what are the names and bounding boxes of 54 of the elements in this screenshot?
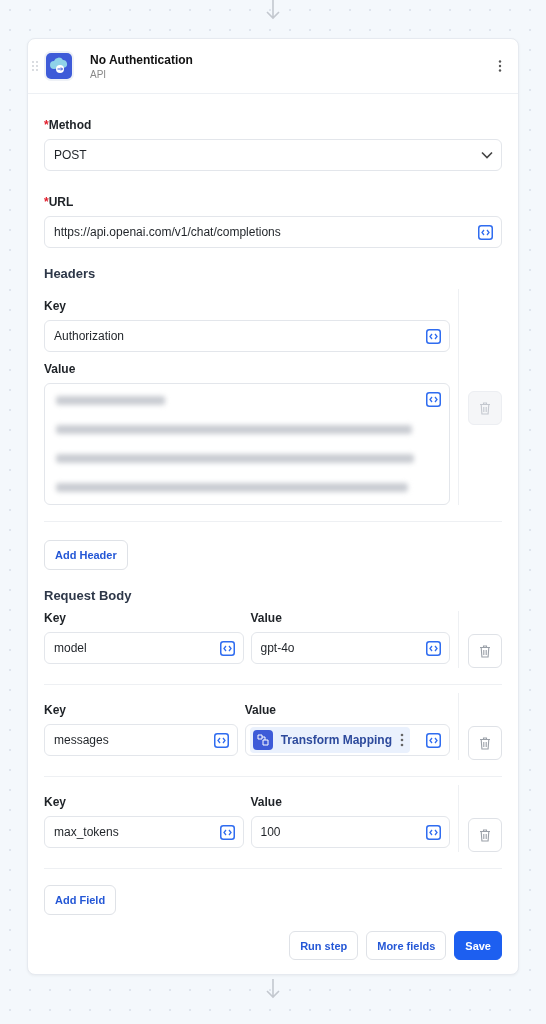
method-select[interactable]: POST: [44, 139, 502, 171]
mapping-chip[interactable]: Transform Mapping: [249, 727, 410, 753]
required-mark: *: [44, 195, 49, 209]
secondary-button[interactable]: Run step: [289, 931, 359, 960]
value-field[interactable]: Transform Mapping: [244, 724, 450, 756]
key-field[interactable]: messages: [44, 724, 238, 756]
code-icon[interactable]: [213, 732, 229, 748]
trash-icon: [479, 736, 491, 750]
add-field-button[interactable]: Add Field: [44, 885, 117, 915]
more-icon[interactable]: [498, 60, 502, 72]
field-label: Key: [44, 795, 67, 809]
trash-icon: [479, 828, 491, 842]
field-label: Value: [44, 362, 77, 376]
trash-icon: [479, 401, 491, 415]
field-label: Key: [44, 703, 67, 717]
value-field[interactable]: gpt-4o: [250, 632, 450, 664]
field-label: Value: [244, 703, 277, 717]
drag-handle-icon[interactable]: [32, 61, 38, 71]
arrow-down-icon: [266, 979, 280, 999]
required-mark: *: [44, 118, 49, 132]
key-field[interactable]: model: [44, 632, 244, 664]
field-label: Key: [44, 611, 67, 625]
code-icon[interactable]: [426, 732, 441, 748]
add-header-button[interactable]: Add Header: [44, 540, 128, 570]
url-field[interactable]: https://api.openai.com/v1/chat/completions: [44, 216, 502, 248]
field-label: URL: [48, 195, 74, 209]
section-title: Headers: [44, 266, 97, 281]
primary-button[interactable]: Save: [454, 931, 502, 960]
mapping-icon: [252, 730, 273, 750]
value-field[interactable]: 100: [250, 816, 450, 848]
chevron-down-icon: [481, 151, 493, 159]
code-icon[interactable]: [426, 328, 441, 344]
step-subtitle: API: [90, 68, 108, 80]
code-icon[interactable]: [426, 824, 441, 840]
field-label: Key: [44, 299, 67, 313]
code-icon[interactable]: [426, 640, 441, 656]
arrow-down-icon: [266, 0, 280, 20]
trash-icon: [479, 644, 491, 658]
code-icon[interactable]: [219, 640, 235, 656]
step-title: No Authentication: [90, 52, 194, 67]
field-label: Method: [48, 118, 92, 132]
code-icon[interactable]: [478, 224, 493, 240]
value-field[interactable]: [44, 383, 450, 505]
app-logo-icon: [46, 53, 72, 79]
mapping-label: Transform Mapping: [280, 733, 392, 747]
section-title: Request Body: [44, 588, 133, 603]
field-label: Value: [250, 611, 283, 625]
code-icon[interactable]: [426, 392, 441, 407]
key-field[interactable]: max_tokens: [44, 816, 244, 848]
more-icon[interactable]: [400, 733, 404, 747]
secondary-button[interactable]: More fields: [366, 931, 447, 960]
key-field[interactable]: Authorization: [44, 320, 450, 352]
code-icon[interactable]: [219, 824, 235, 840]
field-label: Value: [250, 795, 283, 809]
